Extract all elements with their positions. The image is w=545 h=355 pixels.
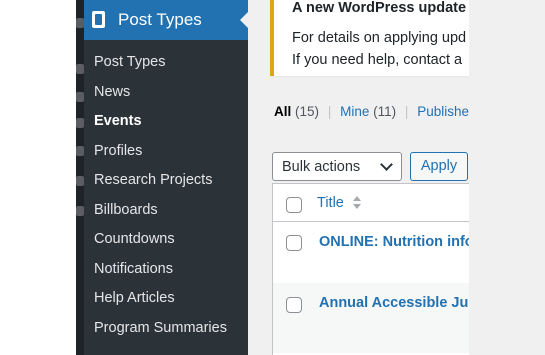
sidebar-item-research-projects[interactable]: Research Projects: [94, 172, 212, 188]
filter-separator: |: [404, 104, 409, 119]
post-types-icon: [92, 11, 105, 28]
row-title-link[interactable]: Annual Accessible Ju: [319, 295, 468, 311]
apply-button[interactable]: Apply: [410, 152, 468, 181]
collapsed-icon-strip: [76, 0, 84, 355]
menu-icon: [76, 176, 84, 186]
filter-separator: |: [327, 104, 332, 119]
table-row: ONLINE: Nutrition info: [273, 221, 469, 283]
sidebar-item-help-articles[interactable]: Help Articles: [94, 290, 175, 306]
menu-icon: [76, 118, 84, 128]
table-row: Annual Accessible Ju: [273, 283, 469, 353]
filter-mine-link[interactable]: Mine: [340, 104, 369, 119]
table-header: Title: [273, 184, 469, 222]
menu-icon: [76, 64, 84, 74]
row-checkbox[interactable]: [286, 297, 302, 313]
content-viewport: A new WordPress update For details on ap…: [248, 0, 469, 355]
sidebar-menu-title: Post Types: [118, 10, 202, 29]
sidebar-item-countdowns[interactable]: Countdowns: [94, 231, 175, 247]
filter-published-link[interactable]: Published: [417, 104, 469, 119]
menu-icon: [76, 206, 84, 216]
filter-all-count: (15): [295, 104, 320, 119]
posts-table: Title ONLINE: Nutrition info Annual Acce…: [272, 183, 469, 355]
sidebar-item-notifications[interactable]: Notifications: [94, 261, 173, 277]
update-notice: A new WordPress update For details on ap…: [270, 0, 469, 76]
admin-sidebar: Post Types Post Types News Events Profil…: [76, 0, 248, 355]
sidebar-item-profiles[interactable]: Profiles: [94, 143, 142, 159]
sidebar-item-news[interactable]: News: [94, 84, 130, 100]
notice-line-help: If you need help, contact a: [292, 52, 463, 68]
active-menu-arrow-icon: [240, 12, 248, 28]
sidebar-item-events[interactable]: Events: [94, 113, 142, 129]
bulk-actions-value: Bulk actions: [282, 159, 361, 175]
menu-icon: [76, 146, 84, 156]
sort-icon[interactable]: [353, 196, 363, 212]
sidebar-item-post-types[interactable]: Post Types: [94, 54, 165, 70]
main-content: A new WordPress update For details on ap…: [248, 0, 545, 355]
menu-icon: [76, 18, 84, 28]
filter-mine-count: (11): [373, 104, 397, 119]
filter-all-link[interactable]: All: [274, 104, 291, 119]
menu-icon: [76, 92, 84, 102]
status-filter-links: All (15) | Mine (11) | Published: [274, 104, 469, 119]
bulk-actions-select[interactable]: Bulk actions: [272, 152, 402, 181]
row-checkbox[interactable]: [286, 235, 302, 251]
row-title-link[interactable]: ONLINE: Nutrition info: [319, 234, 469, 250]
notice-title: A new WordPress update: [292, 0, 467, 16]
column-header-title[interactable]: Title: [317, 195, 344, 211]
sidebar-item-billboards[interactable]: Billboards: [94, 202, 158, 218]
select-all-checkbox[interactable]: [286, 197, 302, 213]
page-margin: [0, 0, 76, 355]
notice-line-details: For details on applying upd: [292, 30, 467, 46]
sidebar-menu-post-types[interactable]: Post Types: [84, 0, 248, 40]
chevron-down-icon: [380, 158, 393, 171]
sidebar-item-program-summaries[interactable]: Program Summaries: [94, 320, 227, 336]
